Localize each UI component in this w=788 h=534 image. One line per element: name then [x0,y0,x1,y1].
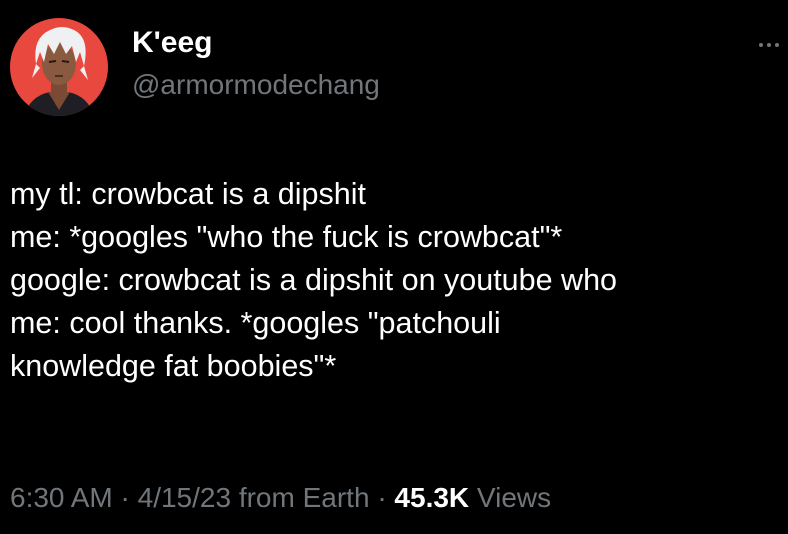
tweet-text: my tl: crowbcat is a dipshit me: *google… [10,173,780,388]
tweet-text-line: me: cool thanks. *googles "patchouli [10,306,501,340]
avatar-image [10,18,108,116]
tweet-date[interactable]: 4/15/23 [138,482,231,513]
tweet-text-line: knowledge fat boobies"* [10,349,337,383]
tweet: K'eeg @armormodechang my tl: crowbcat is… [0,0,788,534]
more-options-button[interactable] [757,38,785,50]
views-count[interactable]: 45.3K [394,482,469,513]
views-label: Views [476,482,552,513]
tweet-text-line: google: crowbcat is a dipshit on youtube… [10,263,617,297]
user-handle[interactable]: @armormodechang [132,69,380,101]
tweet-time[interactable]: 6:30 AM [10,482,113,513]
separator: · [377,482,387,513]
avatar[interactable] [10,18,108,116]
display-name[interactable]: K'eeg [132,26,213,60]
separator: · [120,482,130,513]
tweet-text-line: my tl: crowbcat is a dipshit [10,177,366,211]
tweet-text-line: me: *googles "who the fuck is crowbcat"* [10,220,563,254]
tweet-source: from Earth [238,482,370,513]
tweet-metadata: 6:30 AM · 4/15/23 from Earth · 45.3K Vie… [10,482,551,514]
more-dots-icon [759,43,779,47]
